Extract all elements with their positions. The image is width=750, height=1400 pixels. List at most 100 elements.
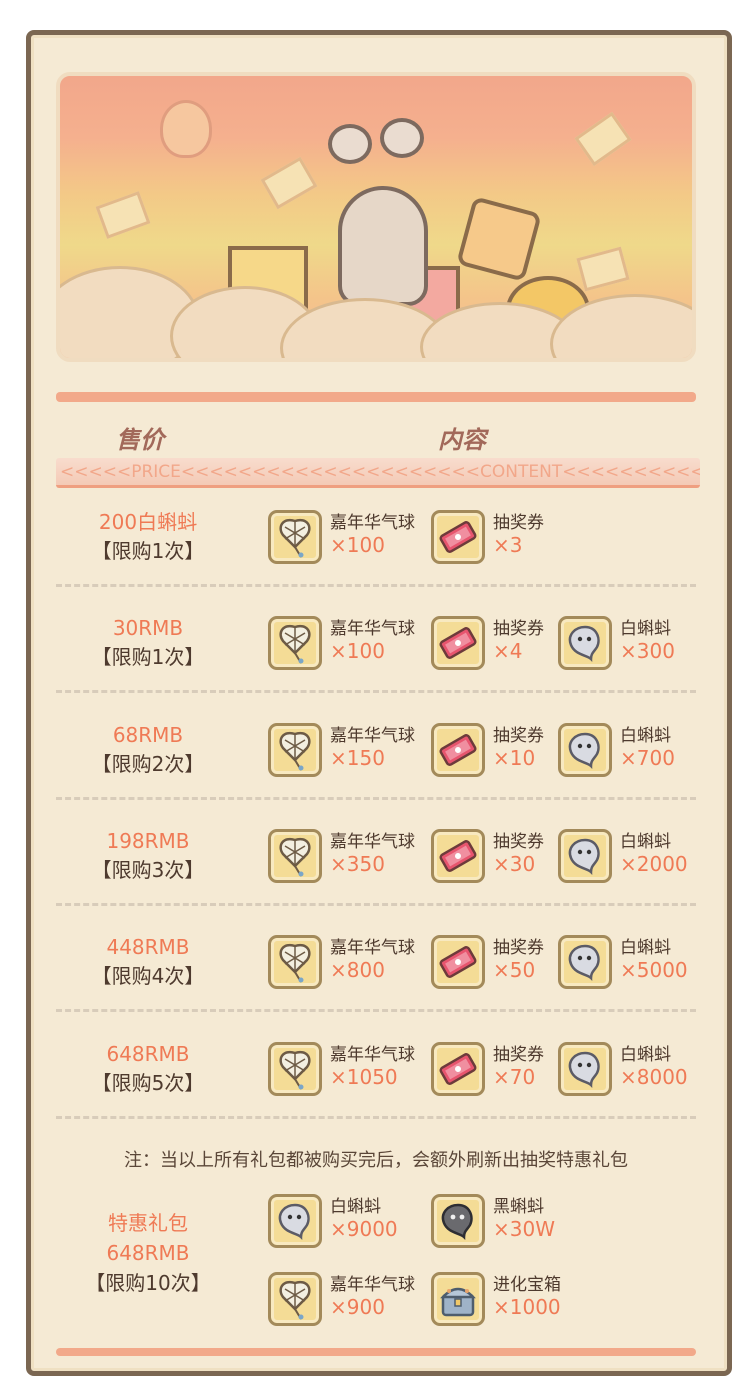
reward-name: 嘉年华气球 (330, 726, 415, 746)
reward-name: 嘉年华气球 (330, 619, 415, 639)
row-divider (56, 690, 696, 693)
ticket-decoration (574, 111, 632, 167)
reward-quantity: ×9000 (330, 1217, 398, 1241)
price-value: 200白蝌蚪 (98, 510, 198, 534)
reward-name: 抽奖券 (493, 938, 544, 958)
content-header: 内容 (438, 426, 486, 454)
reward-item: 嘉年华气球 ×150 (268, 721, 430, 781)
reward-item: 白蝌蚪 ×700 (558, 721, 720, 781)
ticket-icon (431, 935, 485, 989)
reward-quantity: ×100 (330, 533, 385, 557)
reward-quantity: ×100 (330, 639, 385, 663)
reward-quantity: ×10 (493, 746, 536, 770)
reward-quantity: ×2000 (620, 852, 688, 876)
reward-quantity: ×300 (620, 639, 675, 663)
white-tadpole-icon (558, 723, 612, 777)
purchase-limit: 【限购3次】 (91, 858, 205, 882)
reward-item: 进化宝箱 ×1000 (431, 1270, 593, 1330)
reward-quantity: ×8000 (620, 1065, 688, 1089)
white-tadpole-icon (268, 1194, 322, 1248)
snail-eye (328, 124, 372, 164)
special-package-row[interactable]: 白蝌蚪 ×9000 黑蝌蚪 ×30W 嘉年华气球 ×900 进化宝箱 ×1000 (56, 1192, 696, 1332)
row-divider (56, 1116, 696, 1119)
ticket-icon (431, 829, 485, 883)
reward-name: 嘉年华气球 (330, 1045, 415, 1065)
reward-name: 抽奖券 (493, 513, 544, 533)
reward-name: 黑蝌蚪 (493, 1197, 544, 1217)
reward-item: 嘉年华气球 ×1050 (268, 1040, 430, 1100)
reward-name: 进化宝箱 (493, 1275, 561, 1295)
reward-name: 嘉年华气球 (330, 938, 415, 958)
balloon-decoration (160, 100, 212, 158)
package-price: 648RMB 【限购5次】 (56, 1040, 240, 1098)
package-price: 68RMB 【限购2次】 (56, 721, 240, 779)
reward-quantity: ×800 (330, 958, 385, 982)
reward-name: 抽奖券 (493, 832, 544, 852)
purchase-limit: 【限购5次】 (91, 1071, 205, 1095)
reward-quantity: ×5000 (620, 958, 688, 982)
footnote: 注：当以上所有礼包都被购买完后，会额外刷新出抽奖特惠礼包 (124, 1150, 628, 1171)
reward-quantity: ×1000 (493, 1295, 561, 1319)
row-divider (56, 797, 696, 800)
white-tadpole-icon (558, 935, 612, 989)
reward-item: 抽奖券 ×3 (431, 508, 593, 568)
white-tadpole-icon (558, 1042, 612, 1096)
reward-name: 白蝌蚪 (620, 726, 671, 746)
accent-band (56, 392, 696, 402)
reward-quantity: ×30W (493, 1217, 555, 1241)
reward-item: 嘉年华气球 ×900 (268, 1270, 430, 1330)
reward-item: 白蝌蚪 ×5000 (558, 933, 720, 993)
snail-character (338, 186, 428, 306)
reward-item: 嘉年华气球 ×350 (268, 827, 430, 887)
ticket-icon (431, 723, 485, 777)
reward-name: 白蝌蚪 (620, 832, 671, 852)
reward-item: 白蝌蚪 ×300 (558, 614, 720, 674)
price-value: 68RMB (112, 723, 184, 747)
purchase-limit: 【限购4次】 (91, 964, 205, 988)
package-price: 448RMB 【限购4次】 (56, 933, 240, 991)
reward-name: 抽奖券 (493, 619, 544, 639)
balloon-icon (268, 616, 322, 670)
package-price: 30RMB 【限购1次】 (56, 614, 240, 672)
balloon-icon (268, 935, 322, 989)
reward-name: 嘉年华气球 (330, 1275, 415, 1295)
reward-quantity: ×30 (493, 852, 536, 876)
reward-quantity: ×350 (330, 852, 385, 876)
purchase-limit: 【限购1次】 (91, 539, 205, 563)
price-value: 648RMB (106, 1042, 190, 1066)
balloon-icon (268, 1042, 322, 1096)
ticket-decoration (576, 246, 630, 292)
reward-quantity: ×150 (330, 746, 385, 770)
evolution-chest-icon (431, 1272, 485, 1326)
star-character (456, 196, 542, 282)
reward-item: 嘉年华气球 ×100 (268, 614, 430, 674)
banner-illustration (56, 72, 696, 362)
price-value: 30RMB (112, 616, 184, 640)
reward-quantity: ×70 (493, 1065, 536, 1089)
ticket-icon (431, 1042, 485, 1096)
row-divider (56, 903, 696, 906)
purchase-limit: 【限购1次】 (91, 645, 205, 669)
black-tadpole-icon (431, 1194, 485, 1248)
package-price: 198RMB 【限购3次】 (56, 827, 240, 885)
reward-quantity: ×900 (330, 1295, 385, 1319)
reward-name: 白蝌蚪 (330, 1197, 381, 1217)
reward-name: 嘉年华气球 (330, 513, 415, 533)
balloon-icon (268, 1272, 322, 1326)
price-value: 448RMB (106, 935, 190, 959)
snail-eye (380, 118, 424, 158)
reward-item: 嘉年华气球 ×800 (268, 933, 430, 993)
reward-name: 白蝌蚪 (620, 938, 671, 958)
reward-quantity: ×700 (620, 746, 675, 770)
accent-band-bottom (56, 1348, 696, 1356)
ticket-icon (431, 510, 485, 564)
reward-name: 嘉年华气球 (330, 832, 415, 852)
balloon-icon (268, 723, 322, 777)
reward-name: 抽奖券 (493, 726, 544, 746)
reward-item: 白蝌蚪 ×9000 (268, 1192, 430, 1252)
reward-item: 白蝌蚪 ×2000 (558, 827, 720, 887)
row-divider (56, 584, 696, 587)
white-tadpole-icon (558, 829, 612, 883)
package-price: 200白蝌蚪 【限购1次】 (56, 508, 240, 566)
reward-item: 黑蝌蚪 ×30W (431, 1192, 593, 1252)
